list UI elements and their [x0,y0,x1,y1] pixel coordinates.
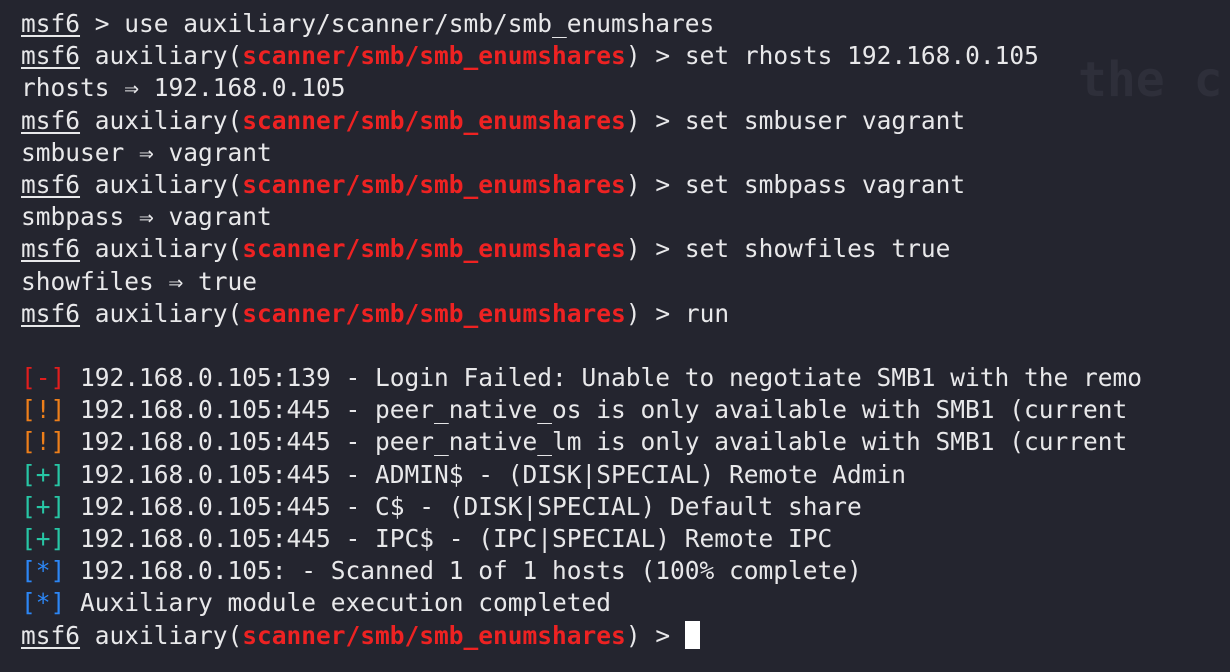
output-line-warning: [!] 192.168.0.105:445 - peer_native_os i… [21,394,1230,426]
aux-prefix: auxiliary( [94,169,243,199]
command-line-run: msf6 auxiliary(scanner/smb/smb_enumshare… [21,298,1230,330]
aux-prefix: auxiliary( [94,105,243,135]
output-text: 192.168.0.105:445 - ADMIN$ - (DISK|SPECI… [80,459,907,489]
aux-prefix: auxiliary( [94,620,243,650]
output-text: 192.168.0.105:445 - peer_native_lm is on… [80,427,1128,457]
msf-prompt: msf6 [21,41,81,71]
output-text: Auxiliary module execution completed [80,588,612,618]
status-tag-warning: [!] [21,427,66,457]
output-text: 192.168.0.105: - Scanned 1 of 1 hosts (1… [80,556,862,586]
aux-prefix: auxiliary( [94,298,243,328]
aux-suffix: ) > [625,41,685,71]
status-tag-warning: [!] [21,395,66,425]
output-line-warning: [!] 192.168.0.105:445 - peer_native_lm i… [21,426,1230,458]
status-tag-error: [-] [21,363,66,393]
module-name: scanner/smb/smb_enumshares [242,298,626,328]
command-line-set-showfiles: msf6 auxiliary(scanner/smb/smb_enumshare… [21,233,1230,265]
status-tag-good: [+] [21,524,66,553]
command-line-set-smbuser: msf6 auxiliary(scanner/smb/smb_enumshare… [21,105,1230,137]
msf-prompt: msf6 [21,169,81,199]
aux-prefix: auxiliary( [94,234,243,264]
status-tag-good: [+] [21,491,66,521]
echo-smbuser: smbuser ⇒ vagrant [21,137,272,167]
msf-prompt: msf6 [21,105,81,135]
output-line-error: [-] 192.168.0.105:139 - Login Failed: Un… [21,362,1230,394]
output-text: 192.168.0.105:139 - Login Failed: Unable… [80,363,1143,393]
aux-prefix: auxiliary( [94,41,243,71]
output-line-good: [+] 192.168.0.105:445 - IPC$ - (IPC|SPEC… [21,523,1230,555]
output-line-info: [*] 192.168.0.105: - Scanned 1 of 1 host… [21,555,1230,587]
command-text: use auxiliary/scanner/smb/smb_enumshares [124,9,715,38]
aux-suffix: ) > [625,620,685,650]
output-line-good: [+] 192.168.0.105:445 - C$ - (DISK|SPECI… [21,491,1230,523]
module-name: scanner/smb/smb_enumshares [242,41,626,71]
msf-prompt: msf6 [21,234,81,264]
msf-prompt: msf6 [21,9,81,38]
output-line-info: [*] Auxiliary module execution completed [21,587,1230,619]
command-text: set smbuser vagrant [684,105,966,135]
text-cursor[interactable] [684,620,700,649]
module-name: scanner/smb/smb_enumshares [242,169,626,199]
terminal-window[interactable]: the c msf6 > use auxiliary/scanner/smb/s… [0,0,1230,672]
echo-showfiles: showfiles ⇒ true [21,266,258,296]
status-tag-good: [+] [21,459,66,489]
echo-smbpass: smbpass ⇒ vagrant [21,202,272,232]
command-line-use: msf6 > use auxiliary/scanner/smb/smb_enu… [21,8,1230,40]
aux-suffix: ) > [625,234,685,264]
command-text: set rhosts 192.168.0.105 [684,41,1039,71]
output-line-good: [+] 192.168.0.105:445 - ADMIN$ - (DISK|S… [21,459,1230,491]
command-text: run [684,298,730,328]
output-text: 192.168.0.105:445 - C$ - (DISK|SPECIAL) … [80,491,862,521]
msf-prompt: msf6 [21,298,81,328]
aux-suffix: ) > [625,169,685,199]
command-line-set-rhosts: msf6 auxiliary(scanner/smb/smb_enumshare… [21,40,1230,72]
msf-prompt: msf6 [21,620,81,650]
command-text: set smbpass vagrant [684,169,966,199]
module-name: scanner/smb/smb_enumshares [242,105,626,135]
status-tag-info: [*] [21,556,66,586]
command-line-set-smbpass: msf6 auxiliary(scanner/smb/smb_enumshare… [21,169,1230,201]
active-prompt-line[interactable]: msf6 auxiliary(scanner/smb/smb_enumshare… [21,620,1230,652]
echo-rhosts: rhosts ⇒ 192.168.0.105 [21,73,346,103]
aux-suffix: ) > [625,105,685,135]
aux-suffix: ) > [625,298,685,328]
status-tag-info: [*] [21,588,66,618]
prompt-separator: > [80,9,125,38]
output-text: 192.168.0.105:445 - peer_native_os is on… [80,395,1128,425]
command-text: set showfiles true [684,234,951,264]
module-name: scanner/smb/smb_enumshares [242,234,626,264]
output-text: 192.168.0.105:445 - IPC$ - (IPC|SPECIAL)… [80,524,833,553]
module-name: scanner/smb/smb_enumshares [242,620,626,650]
